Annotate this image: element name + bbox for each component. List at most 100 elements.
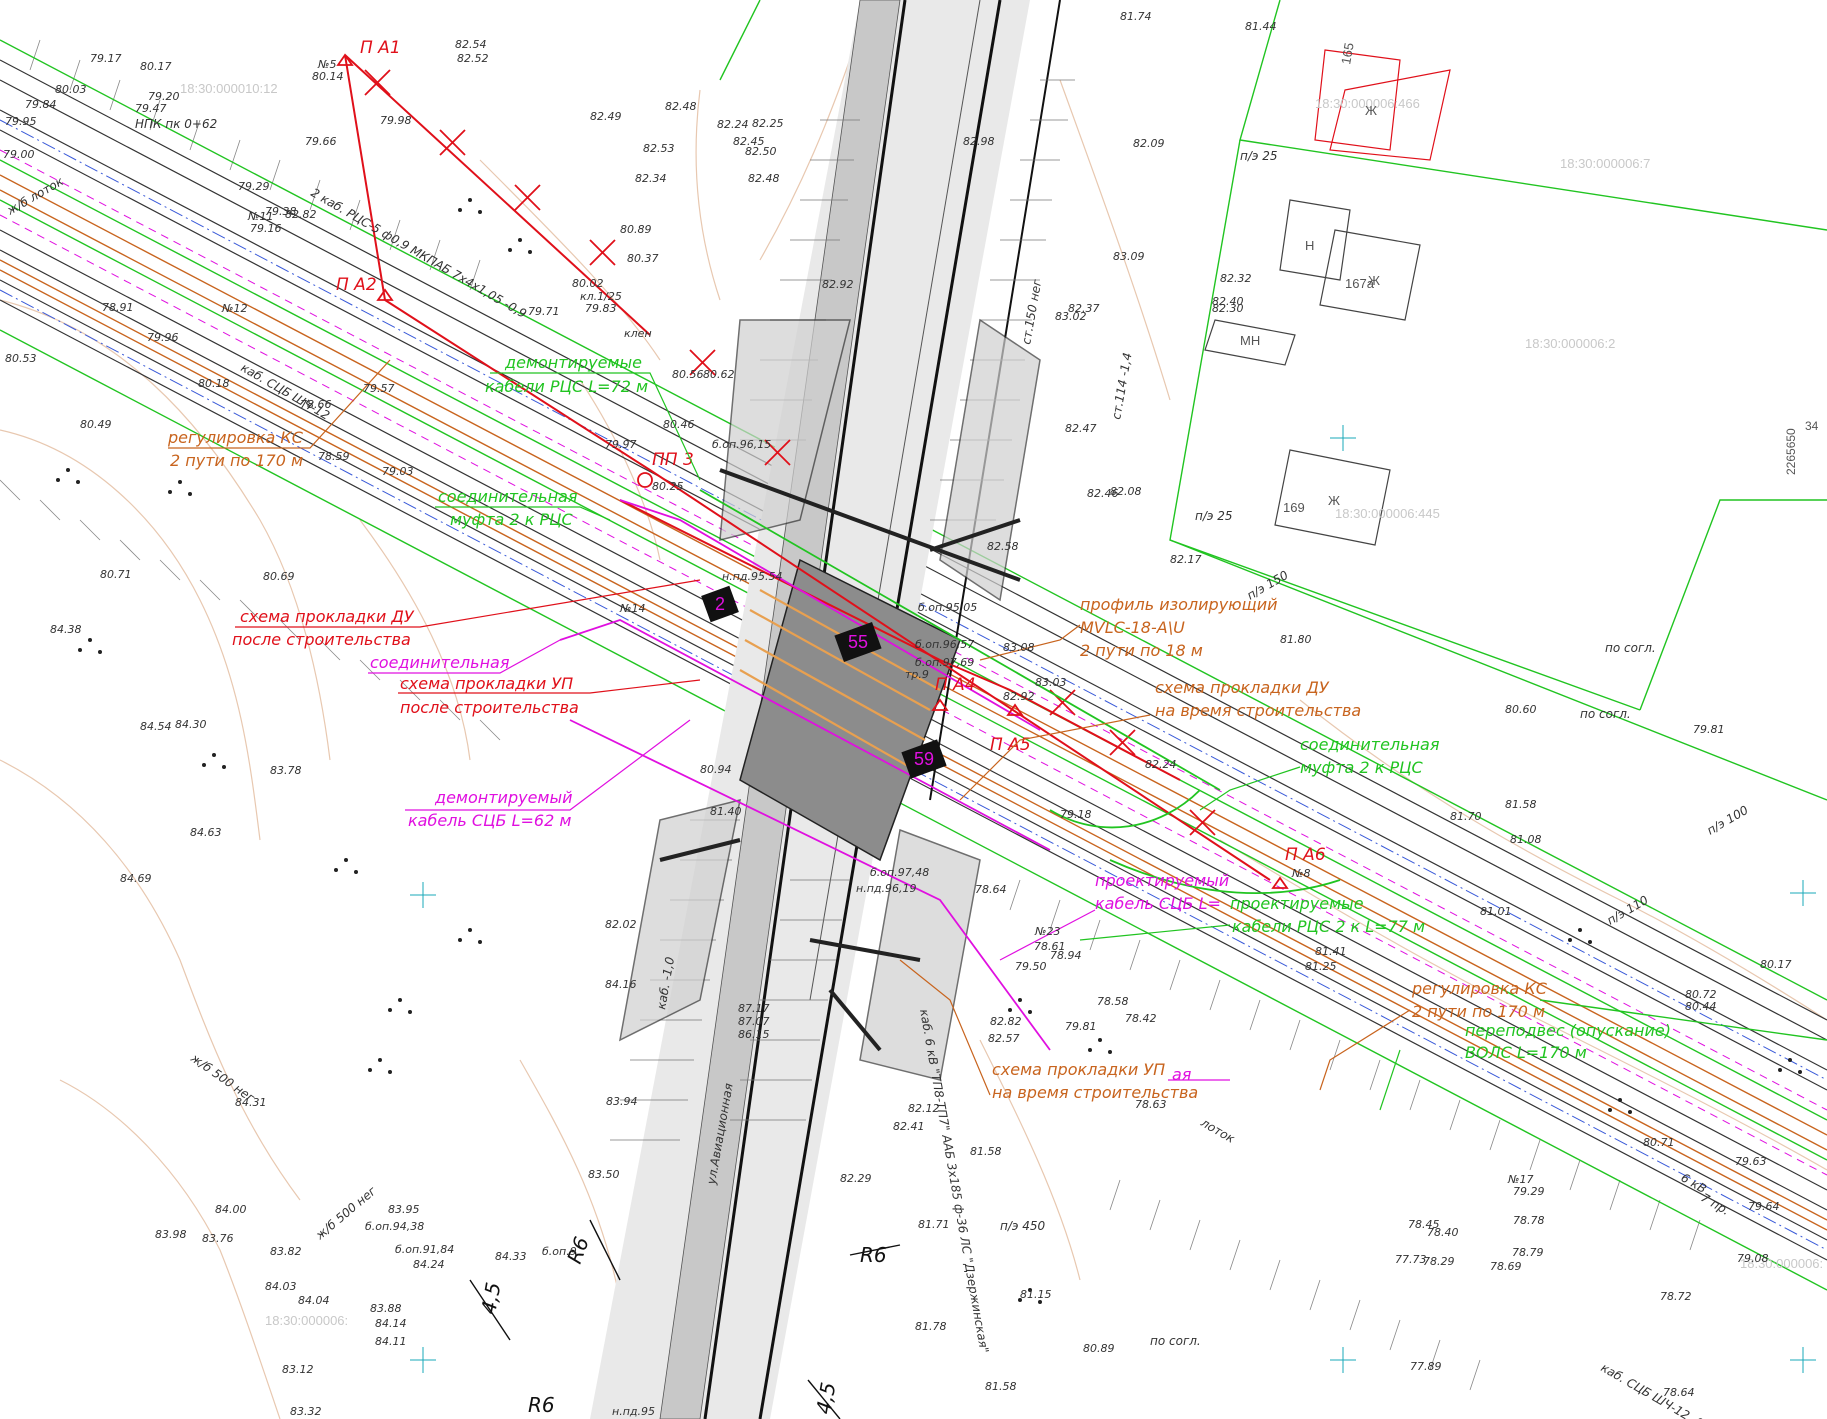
svg-text:кабели РЦС L=72 м: кабели РЦС L=72 м (485, 377, 648, 396)
svg-text:№11: №11 (247, 210, 273, 223)
spot-elevation: 78.91 (102, 301, 134, 314)
svg-text:№23: №23 (1034, 925, 1060, 938)
svg-text:б.оп.95,05: б.оп.95,05 (918, 601, 977, 614)
spot-elevation: 83.82 (270, 1245, 302, 1258)
spot-elevation: 80.60 (1505, 703, 1537, 716)
svg-text:лоток: лоток (1198, 1115, 1238, 1146)
svg-text:П А2: П А2 (336, 275, 377, 295)
spot-elevation: 86.15 (738, 1028, 770, 1041)
spot-elevation: 84.03 (265, 1280, 297, 1293)
spot-elevation: 81.01 (1480, 905, 1512, 918)
spot-elevation: 78.79 (1512, 1246, 1544, 1259)
svg-text:б.оп.9: б.оп.9 (542, 1245, 577, 1258)
spot-elevation: 78.45 (1408, 1218, 1440, 1231)
svg-text:2 пути по 170 м: 2 пути по 170 м (1412, 1002, 1545, 1021)
spot-elevation: 79.64 (1748, 1200, 1780, 1213)
callout-du-during: схема прокладки ДУ на время строительств… (1155, 678, 1361, 720)
spot-elevation: 83.78 (270, 764, 302, 777)
spot-elevation: 79.57 (363, 382, 395, 395)
engineering-plan-map: 2 55 59 П А1 П А2 ПП 3 П А4 П А5 П А6 де… (0, 0, 1827, 1419)
svg-text:н.пд.95: н.пд.95 (612, 1405, 655, 1418)
spot-elevation: 80.44 (1685, 1000, 1717, 1013)
spot-elevation: 83.03 (1035, 676, 1067, 689)
callout-sMuf-rcs-right: соединительная муфта 2 к РЦС (1300, 735, 1440, 777)
svg-text:п/э 25: п/э 25 (1240, 149, 1278, 163)
svg-text:на время строительства: на время строительства (1155, 701, 1361, 720)
spot-elevation: 84.69 (120, 872, 152, 885)
spot-elevation: 84.54 (140, 720, 172, 733)
svg-text:№8: №8 (1291, 867, 1310, 880)
svg-text:соединительная: соединительная (370, 653, 510, 672)
svg-text:ая: ая (1172, 1065, 1192, 1084)
spot-elevation: 79.97 (605, 438, 637, 451)
spot-elevation: 82.34 (635, 172, 667, 185)
spot-elevation: 81.58 (985, 1380, 1017, 1393)
callout-proj-scb: проектируемый кабель СЦБ L= (1095, 871, 1229, 913)
svg-text:б.оп.96,15: б.оп.96,15 (712, 438, 771, 451)
svg-text:кабель СЦБ L=: кабель СЦБ L= (1095, 894, 1221, 913)
spot-elevation: 83.88 (370, 1302, 402, 1315)
spot-elevation: 78.42 (1125, 1012, 1157, 1025)
spot-elevation: 79.63 (1735, 1155, 1767, 1168)
svg-text:№5: №5 (317, 58, 336, 71)
svg-text:ВОЛС L=170 м: ВОЛС L=170 м (1465, 1043, 1587, 1062)
spot-elevation: 84.38 (50, 623, 82, 636)
spot-elevation: 82.24 (1145, 758, 1177, 771)
svg-text:тр.9: тр.9 (905, 668, 929, 681)
spot-elevation: 80.17 (140, 60, 172, 73)
spot-elevation: 82.57 (988, 1032, 1020, 1045)
svg-text:18:30:000006:7: 18:30:000006:7 (1560, 156, 1650, 171)
spot-elevation: 81.40 (710, 805, 742, 818)
spot-elevation: 82.29 (840, 1172, 872, 1185)
spot-elevation: 80.17 (1760, 958, 1792, 971)
callout-demont-rcs: демонтируемые кабели РЦС L=72 м (485, 353, 648, 396)
svg-text:по согл.: по согл. (1580, 707, 1631, 721)
svg-text:Ж: Ж (1365, 103, 1377, 118)
spot-elevation: 80.89 (1083, 1342, 1115, 1355)
svg-text:на время строительства: на время строительства (992, 1083, 1198, 1102)
callout-demont-scb: демонтируемый кабель СЦБ L=62 м (408, 788, 573, 830)
spot-elevation: 84.00 (215, 1203, 247, 1216)
svg-text:МН: МН (1240, 333, 1260, 348)
svg-text:2265650: 2265650 (1784, 428, 1798, 475)
svg-text:кабели РЦС 2 к L=77 м: кабели РЦС 2 к L=77 м (1232, 917, 1425, 936)
spot-elevation: 82.92 (822, 278, 854, 291)
svg-text:по согл.: по согл. (1150, 1334, 1201, 1348)
svg-text:переподвес (опускание): переподвес (опускание) (1465, 1021, 1671, 1040)
svg-text:кабель СЦБ L=62 м: кабель СЦБ L=62 м (408, 811, 571, 830)
svg-text:б.оп.94,38: б.оп.94,38 (365, 1220, 424, 1233)
svg-text:н.пд.96,19: н.пд.96,19 (856, 882, 916, 895)
svg-text:П А1: П А1 (360, 38, 401, 58)
spot-elevation: 80.71 (1643, 1136, 1675, 1149)
spot-elevation: 79.98 (380, 114, 412, 127)
callout-profile: профиль изолирующий MVLC-18-A\U 2 пути п… (1080, 595, 1278, 660)
svg-text:18:30:000006:: 18:30:000006: (265, 1313, 348, 1328)
svg-text:№17: №17 (1507, 1173, 1533, 1186)
spot-elevation: 80.56 (672, 368, 704, 381)
spot-elevation: 81.70 (1450, 810, 1482, 823)
spot-elevation: 82.58 (987, 540, 1019, 553)
point-pa4: П А4 (931, 675, 976, 711)
svg-text:п/э 100: п/э 100 (1705, 803, 1751, 838)
callout-proj-rcs: проектируемые кабели РЦС 2 к L=77 м (1230, 894, 1425, 936)
spot-elevation: 84.16 (605, 978, 637, 991)
spot-elevation: 79.81 (1065, 1020, 1097, 1033)
spot-elevation: 80.69 (263, 570, 295, 583)
spot-elevation: 83.02 (1055, 310, 1087, 323)
svg-text:2 пути по 170 м: 2 пути по 170 м (170, 451, 303, 470)
spot-elevation: 78.63 (1135, 1098, 1167, 1111)
svg-text:7 пр.: 7 пр. (1699, 1190, 1733, 1217)
svg-text:после строительства: после строительства (400, 698, 579, 717)
spot-elevation: 81.71 (918, 1218, 950, 1231)
spot-elevation: 83.95 (388, 1203, 420, 1216)
spot-elevation: 79.81 (1693, 723, 1725, 736)
spot-elevation: 82.17 (1170, 553, 1202, 566)
svg-text:НПК пк 0+62: НПК пк 0+62 (135, 117, 217, 131)
spot-elevation: 80.49 (80, 418, 112, 431)
spot-elevation: 78.59 (318, 450, 350, 463)
svg-text:соединительная: соединительная (438, 487, 578, 506)
spot-elevation: 87.07 (738, 1015, 770, 1028)
spot-elevation: 79.84 (25, 98, 57, 111)
svg-text:18:30:000006:2: 18:30:000006:2 (1525, 336, 1615, 351)
svg-text:ж/б 500 нег: ж/б 500 нег (312, 1183, 379, 1243)
